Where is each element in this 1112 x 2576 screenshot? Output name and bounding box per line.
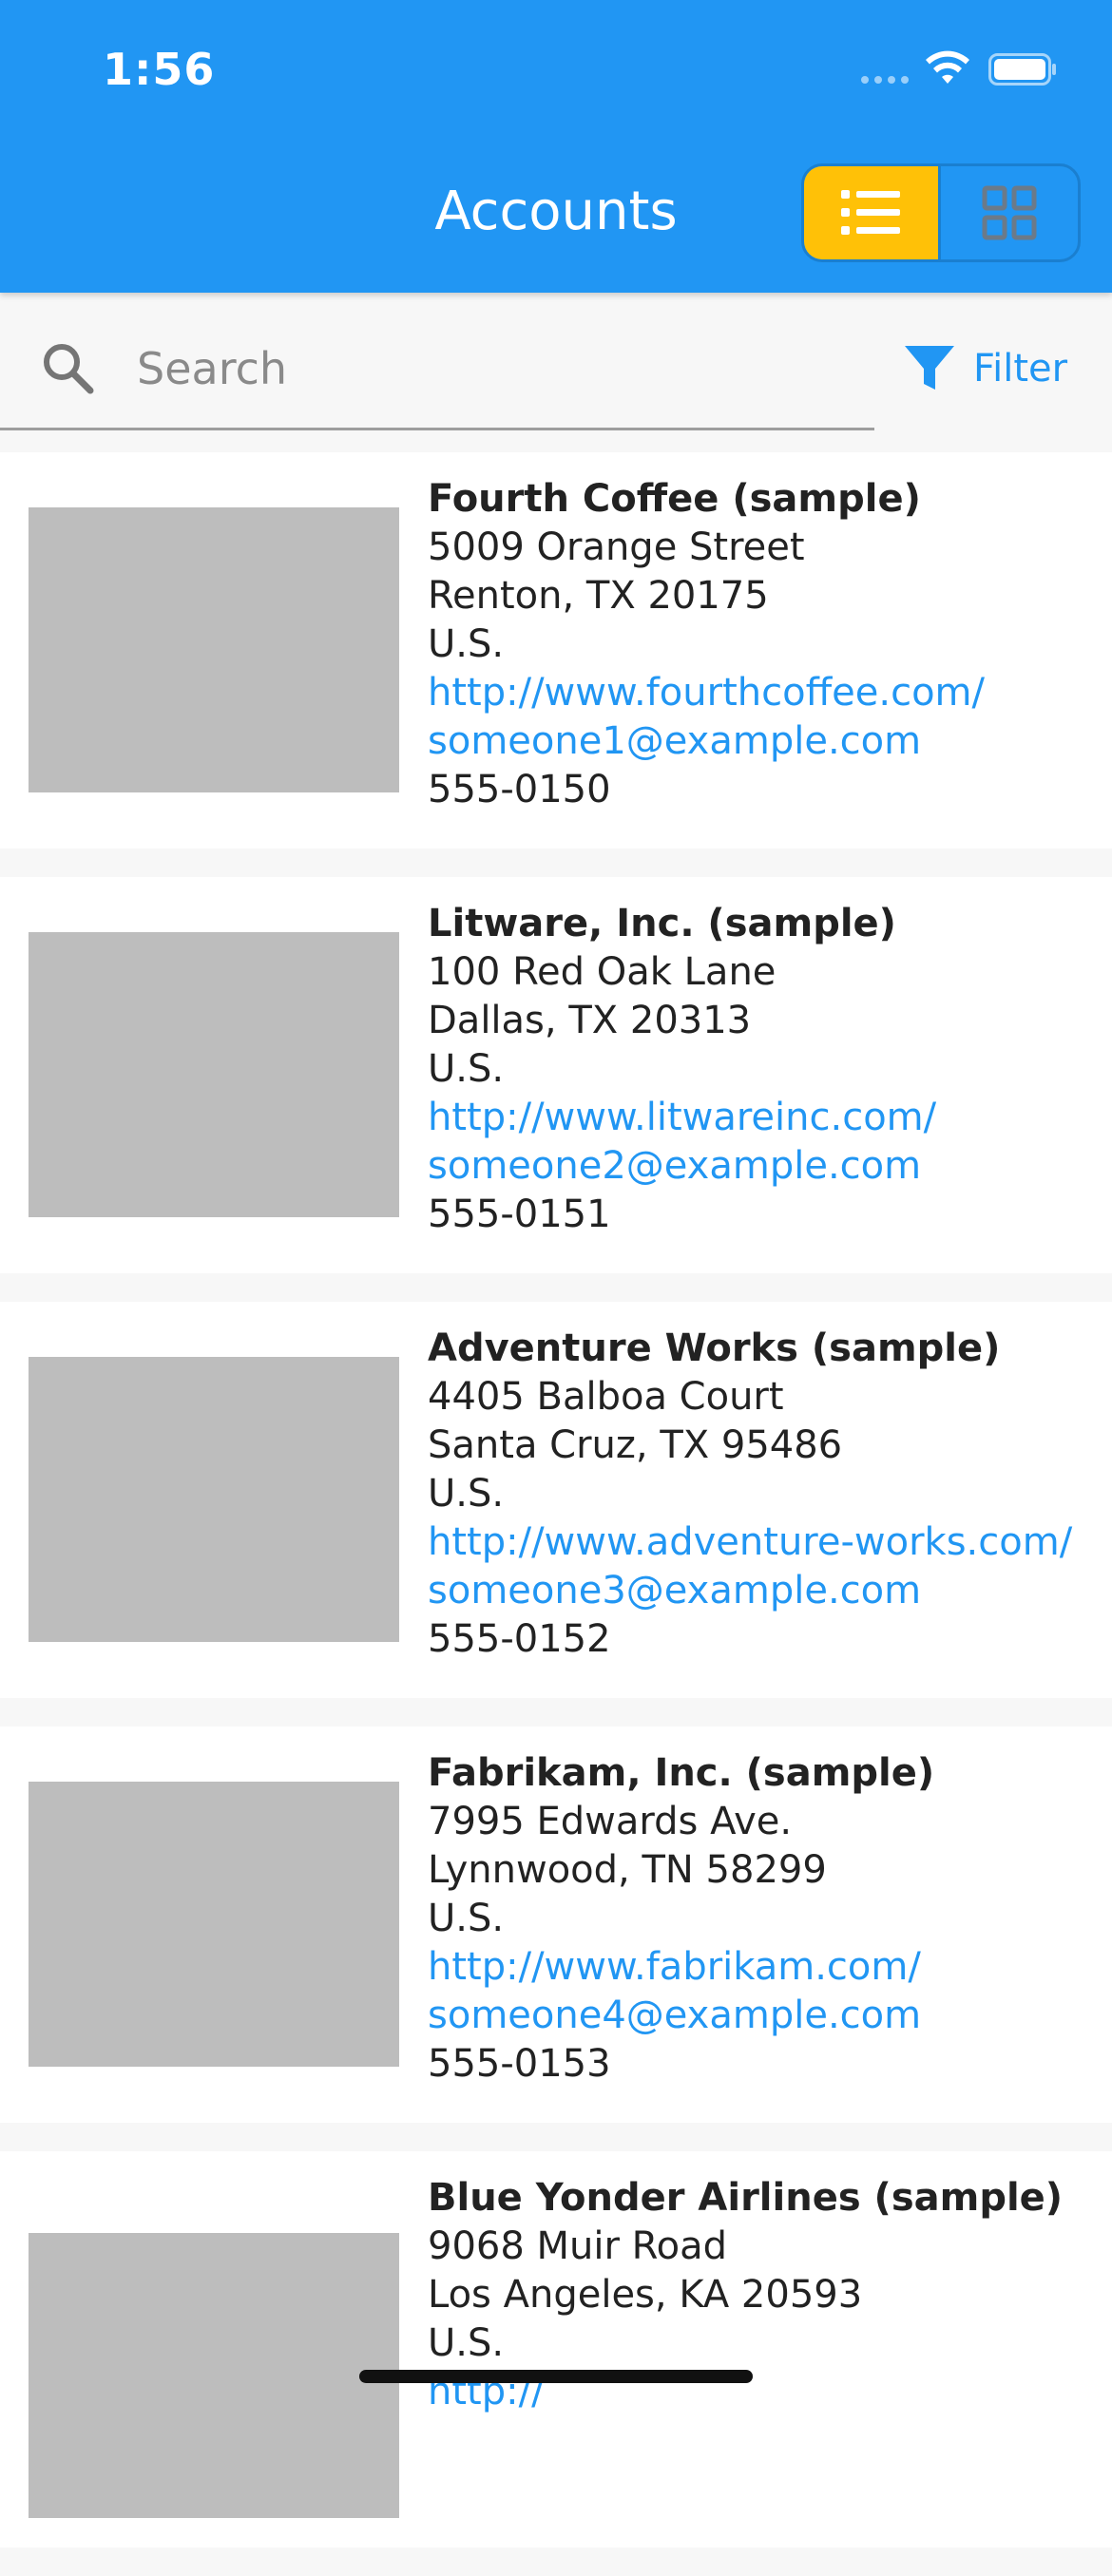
view-toggle	[801, 163, 1081, 262]
account-name: Fabrikam, Inc. (sample)	[428, 1751, 935, 1795]
account-country: U.S.	[428, 622, 505, 666]
account-email-link[interactable]: someone4@example.com	[428, 1992, 1102, 2040]
account-card[interactable]: Fabrikam, Inc. (sample) 7995 Edwards Ave…	[0, 1727, 1112, 2123]
filter-button[interactable]: Filter	[903, 340, 1067, 397]
account-name: Fourth Coffee (sample)	[428, 477, 921, 521]
search-bar: Filter	[0, 293, 1112, 452]
account-country: U.S.	[428, 2321, 505, 2365]
account-name: Adventure Works (sample)	[428, 1326, 1001, 1370]
account-city: Lynnwood, TN 58299	[428, 1848, 827, 1892]
account-card[interactable]: Blue Yonder Airlines (sample) 9068 Muir …	[0, 2151, 1112, 2547]
account-email-link[interactable]: someone1@example.com	[428, 717, 1102, 766]
account-street: 5009 Orange Street	[428, 525, 805, 569]
account-phone: 555-0150	[428, 768, 611, 811]
account-details: Adventure Works (sample) 4405 Balboa Cou…	[428, 1325, 1102, 1664]
account-city: Los Angeles, KA 20593	[428, 2273, 863, 2317]
account-country: U.S.	[428, 1047, 505, 1091]
grid-view-button[interactable]	[941, 166, 1078, 259]
account-city: Renton, TX 20175	[428, 574, 769, 618]
list-icon	[840, 190, 900, 235]
account-image	[29, 1782, 399, 2067]
battery-icon	[988, 53, 1056, 86]
account-image	[29, 932, 399, 1217]
account-card[interactable]: Litware, Inc. (sample) 100 Red Oak Lane …	[0, 877, 1112, 1273]
app-bar: 1:56 Accounts	[0, 0, 1112, 293]
account-email-link[interactable]: someone2@example.com	[428, 1142, 1102, 1191]
account-city: Dallas, TX 20313	[428, 999, 752, 1042]
account-website-link[interactable]: http://www.litwareinc.com/	[428, 1094, 1102, 1142]
status-time: 1:56	[103, 44, 216, 95]
account-name: Blue Yonder Airlines (sample)	[428, 2176, 1064, 2220]
account-card[interactable]: Fourth Coffee (sample) 5009 Orange Stree…	[0, 452, 1112, 849]
account-website-link[interactable]: http://www.adventure-works.com/	[428, 1518, 1102, 1567]
account-country: U.S.	[428, 1897, 505, 1940]
account-phone: 555-0153	[428, 2042, 611, 2086]
account-card[interactable]: Adventure Works (sample) 4405 Balboa Cou…	[0, 1302, 1112, 1698]
search-underline	[0, 428, 874, 430]
account-image	[29, 2233, 399, 2518]
account-street: 7995 Edwards Ave.	[428, 1800, 793, 1843]
cellular-signal-icon	[861, 76, 909, 84]
wifi-icon	[926, 50, 969, 84]
account-country: U.S.	[428, 1472, 505, 1516]
search-icon	[44, 344, 94, 394]
list-view-button[interactable]	[804, 166, 941, 259]
account-website-link[interactable]: http://www.fourthcoffee.com/	[428, 669, 1102, 717]
account-street: 9068 Muir Road	[428, 2224, 728, 2268]
account-email-link[interactable]: someone3@example.com	[428, 1567, 1102, 1615]
search-input[interactable]	[137, 331, 859, 407]
account-image	[29, 507, 399, 792]
home-indicator[interactable]	[359, 2370, 753, 2383]
account-list[interactable]: Fourth Coffee (sample) 5009 Orange Stree…	[0, 452, 1112, 2576]
grid-icon	[982, 185, 1037, 240]
account-name: Litware, Inc. (sample)	[428, 902, 896, 945]
filter-label: Filter	[973, 347, 1068, 391]
account-details: Fourth Coffee (sample) 5009 Orange Stree…	[428, 475, 1102, 814]
account-street: 100 Red Oak Lane	[428, 950, 776, 994]
filter-icon	[905, 346, 954, 390]
account-details: Fabrikam, Inc. (sample) 7995 Edwards Ave…	[428, 1749, 1102, 2089]
account-website-link[interactable]: http://www.fabrikam.com/	[428, 1943, 1102, 1992]
account-phone: 555-0151	[428, 1193, 611, 1236]
account-image	[29, 1357, 399, 1642]
account-street: 4405 Balboa Court	[428, 1375, 784, 1419]
account-city: Santa Cruz, TX 95486	[428, 1423, 843, 1467]
account-details: Litware, Inc. (sample) 100 Red Oak Lane …	[428, 900, 1102, 1239]
account-phone: 555-0152	[428, 1617, 611, 1661]
